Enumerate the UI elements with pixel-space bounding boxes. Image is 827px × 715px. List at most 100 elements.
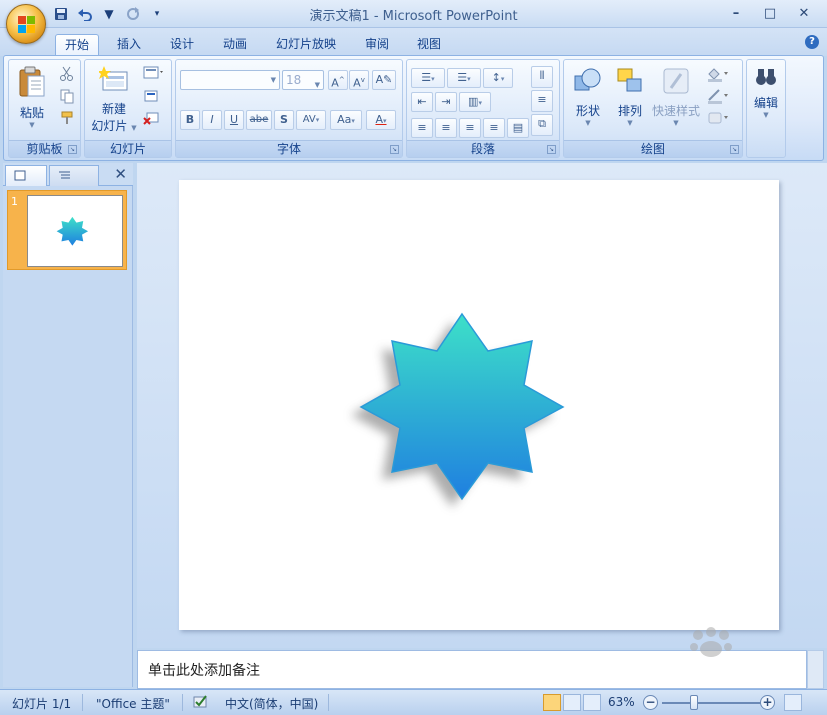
close-button[interactable]: ✕ (787, 3, 821, 23)
close-pane-icon[interactable]: ✕ (114, 165, 127, 183)
shape-outline-icon[interactable] (706, 88, 728, 104)
binoculars-icon (749, 66, 783, 91)
group-paragraph: ☰▾ ☰▾ ↕▾ ⫴ ⇤ ⇥ ▥▾ ≡ ≡ ≡ ≡ ≡ ▤ ⧉ 段落 ↘ (406, 59, 560, 158)
new-slide-label-1: 新建 (101, 102, 126, 116)
group-label-paragraph: 段落 (407, 140, 559, 157)
paste-label: 粘贴 (19, 106, 44, 120)
tab-outline[interactable] (49, 165, 99, 186)
bullets-button[interactable]: ☰▾ (411, 68, 445, 88)
new-slide-button[interactable]: 新建 幻灯片 ▼ (89, 66, 139, 134)
star-shape[interactable] (351, 312, 565, 507)
tab-slides-thumbnails[interactable] (5, 165, 47, 186)
font-color-button[interactable]: A▾ (366, 110, 396, 130)
zoom-slider-thumb[interactable] (689, 695, 698, 710)
slide-thumbnail-item[interactable]: 1 (7, 190, 127, 270)
font-size-combobox[interactable]: 18 ▼ (282, 70, 324, 90)
cut-icon[interactable] (59, 66, 77, 82)
spelling-check-icon[interactable] (192, 693, 210, 712)
office-logo-icon (18, 16, 36, 34)
slide-thumbnail[interactable] (27, 195, 123, 267)
decrease-indent-icon[interactable]: ⇤ (411, 92, 433, 112)
text-direction-icon[interactable]: ⫴ (531, 66, 553, 88)
strikethrough-button[interactable]: abe (246, 110, 272, 130)
change-case-button[interactable]: Aa▾ (330, 110, 362, 130)
fit-to-window-button[interactable] (784, 694, 802, 711)
tab-animations[interactable]: 动画 (214, 34, 256, 56)
underline-button[interactable]: U (224, 110, 244, 130)
title-bar: ▼ ▾ 演示文稿1 - Microsoft PowerPoint – □ ✕ (0, 0, 827, 28)
group-drawing: 形状 ▼ 排列 ▼ 快速样式 ▼ 绘图 ↘ (563, 59, 743, 158)
columns-button[interactable]: ▥▾ (459, 92, 491, 112)
editing-button[interactable]: 编辑 ▼ (749, 66, 783, 119)
tab-home[interactable]: 开始 (55, 34, 100, 56)
group-slides: 新建 幻灯片 ▼ 幻灯片 (84, 59, 172, 158)
maximize-button[interactable]: □ (753, 3, 787, 23)
shapes-button[interactable]: 形状 ▼ (568, 66, 608, 127)
notes-scrollbar[interactable] (807, 650, 824, 689)
help-icon[interactable]: ? (805, 35, 819, 49)
zoom-in-button[interactable]: + (760, 695, 775, 710)
delete-slide-icon[interactable] (143, 110, 161, 126)
grow-font-icon[interactable]: A^ (328, 70, 348, 90)
new-slide-label-2: 幻灯片 ▼ (91, 119, 137, 133)
shrink-font-icon[interactable]: Av (349, 70, 369, 90)
smartart-icon[interactable]: ⧉ (531, 114, 553, 136)
slide-svg (351, 312, 565, 507)
paste-button[interactable]: 粘贴 ▼ (15, 66, 49, 129)
tab-review[interactable]: 审阅 (356, 34, 398, 56)
arrange-button[interactable]: 排列 ▼ (610, 66, 650, 127)
increase-indent-icon[interactable]: ⇥ (435, 92, 457, 112)
bold-button[interactable]: B (180, 110, 200, 130)
numbering-button[interactable]: ☰▾ (447, 68, 481, 88)
align-text-icon[interactable]: ≡ (531, 90, 553, 112)
office-button[interactable] (6, 4, 46, 44)
group-font: ▼ 18 ▼ A^ Av A✎ B I U abe S AV▾ Aa▾ A▾ 字… (175, 59, 403, 158)
tab-insert[interactable]: 插入 (108, 34, 150, 56)
font-name-combobox[interactable]: ▼ (180, 70, 280, 90)
status-bar: 幻灯片 1/1 "Office 主题" 中文(简体，中国) 63% − + (0, 689, 827, 715)
slides-pane-tabs: ✕ (3, 163, 133, 186)
clear-format-icon[interactable]: A✎ (372, 70, 396, 90)
zoom-out-button[interactable]: − (643, 695, 658, 710)
font-launcher-icon[interactable]: ↘ (390, 145, 399, 154)
slideshow-view-button[interactable] (583, 694, 601, 711)
zoom-slider-track[interactable] (662, 702, 762, 704)
copy-icon[interactable] (59, 88, 77, 104)
quick-styles-label: 快速样式 (651, 104, 700, 118)
group-editing: 编辑 ▼ (746, 59, 786, 158)
align-left-icon[interactable]: ≡ (411, 118, 433, 138)
new-slide-icon (89, 66, 139, 97)
tab-slideshow[interactable]: 幻灯片放映 (267, 34, 345, 56)
clipboard-launcher-icon[interactable]: ↘ (68, 145, 77, 154)
quick-styles-icon (650, 66, 702, 99)
align-center-icon[interactable]: ≡ (435, 118, 457, 138)
slide-canvas[interactable] (179, 180, 779, 630)
drawing-launcher-icon[interactable]: ↘ (730, 145, 739, 154)
italic-button[interactable]: I (202, 110, 222, 130)
shape-effects-icon[interactable] (706, 110, 728, 126)
line-spacing-button[interactable]: ↕▾ (483, 68, 513, 88)
paragraph-launcher-icon[interactable]: ↘ (547, 145, 556, 154)
shape-fill-icon[interactable] (706, 66, 728, 82)
reset-slide-icon[interactable] (143, 88, 161, 104)
normal-view-button[interactable] (543, 694, 561, 711)
distributed-icon[interactable]: ▤ (507, 118, 529, 138)
thumbnail-star-shape (56, 216, 89, 246)
quick-styles-button[interactable]: 快速样式 ▼ (650, 66, 702, 127)
char-spacing-button[interactable]: AV▾ (296, 110, 326, 130)
layout-icon[interactable] (143, 66, 163, 82)
zoom-level[interactable]: 63% (608, 695, 635, 709)
slide-counter: 幻灯片 1/1 (12, 697, 72, 711)
tab-view[interactable]: 视图 (408, 34, 450, 56)
shadow-button[interactable]: S (274, 110, 294, 130)
window-controls: – □ ✕ (719, 3, 821, 23)
language-indicator[interactable]: 中文(简体，中国) (225, 695, 318, 712)
slide-sorter-view-button[interactable] (563, 694, 581, 711)
align-right-icon[interactable]: ≡ (459, 118, 481, 138)
minimize-button[interactable]: – (719, 3, 753, 23)
tab-design[interactable]: 设计 (161, 34, 203, 56)
justify-icon[interactable]: ≡ (483, 118, 505, 138)
format-painter-icon[interactable] (59, 110, 77, 126)
slide-thumbnail-number: 1 (11, 195, 18, 208)
slide-editor-area (137, 163, 827, 648)
